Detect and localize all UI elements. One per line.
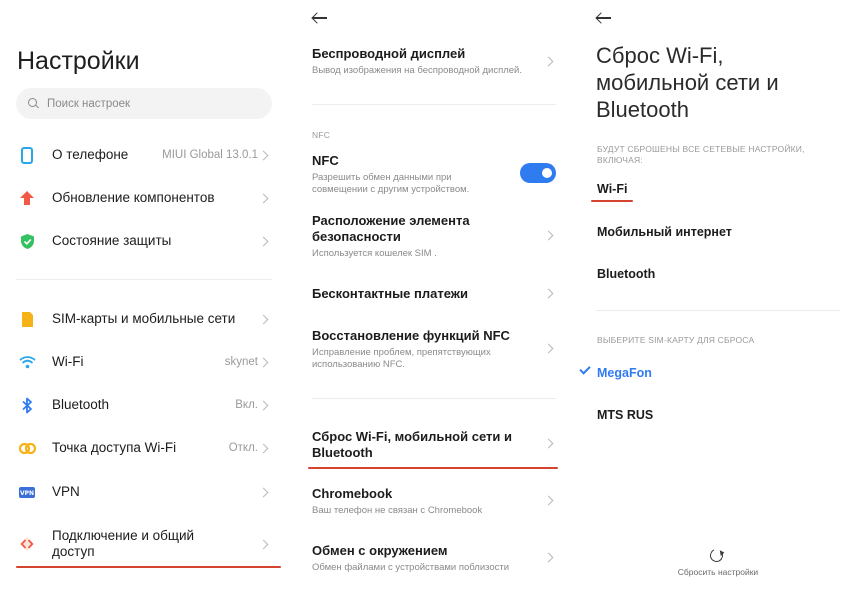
toggle-knob <box>542 168 552 178</box>
bluetooth-icon <box>18 396 36 414</box>
nearby-share-item[interactable]: Обмен с окружением Обмен файлами с устро… <box>312 543 552 574</box>
settings-item-hotspot[interactable]: Точка доступа Wi-Fi Откл. <box>0 428 290 468</box>
reset-item-bluetooth: Bluetooth <box>597 267 656 281</box>
reset-scope-label: БУДУТ СБРОШЕНЫ ВСЕ СЕТЕВЫЕ НАСТРОЙКИ, ВК… <box>597 144 805 165</box>
phone-icon <box>18 146 36 164</box>
chevron-right-icon <box>258 314 269 324</box>
reset-item-wifi: Wi-Fi <box>597 182 628 196</box>
settings-item-wifi[interactable]: Wi-Fi skynet <box>0 342 290 382</box>
settings-item-bluetooth[interactable]: Bluetooth Вкл. <box>0 385 290 425</box>
chromebook-item[interactable]: Chromebook Ваш телефон не связан с Chrom… <box>312 486 552 517</box>
nfc-item[interactable]: NFC Разрешить обмен данными при совмещен… <box>312 153 492 196</box>
item-subtitle: Ваш телефон не связан с Chromebook <box>312 505 483 516</box>
section-label-nfc: NFC <box>312 130 331 140</box>
item-title: Расположение элемента безопасности <box>312 213 470 244</box>
settings-item-value: skynet <box>224 356 258 368</box>
arrow-up-icon <box>18 189 36 207</box>
settings-item-label: VPN <box>52 484 80 499</box>
search-input[interactable]: Поиск настроек <box>16 88 272 119</box>
divider <box>312 104 556 105</box>
highlight-underline <box>16 566 281 568</box>
shield-icon <box>18 232 36 250</box>
divider <box>312 398 556 399</box>
sim-select-label: ВЫБЕРИТЕ SIM-КАРТУ ДЛЯ СБРОСА <box>597 335 755 345</box>
item-title: Обмен с окружением <box>312 543 448 558</box>
settings-item-updates[interactable]: Обновление компонентов <box>0 178 290 218</box>
item-subtitle: Исправление проблем, препятствующих испо… <box>312 347 491 370</box>
settings-item-label: Bluetooth <box>52 397 110 412</box>
connection-icon <box>18 535 36 553</box>
connection-sharing-panel: Беспроводной дисплей Вывод изображения н… <box>294 0 574 591</box>
settings-item-value: Откл. <box>228 442 258 454</box>
check-icon <box>579 363 591 375</box>
highlight-underline <box>591 200 633 202</box>
settings-item-value: MIUI Global 13.0.1 <box>162 149 258 161</box>
nfc-toggle[interactable] <box>520 163 556 183</box>
search-icon <box>28 98 39 109</box>
settings-item-label: Обновление компонентов <box>52 190 215 205</box>
settings-item-about-phone[interactable]: О телефоне MIUI Global 13.0.1 <box>0 135 290 175</box>
search-placeholder: Поиск настроек <box>47 97 131 110</box>
chevron-right-icon <box>258 236 269 246</box>
secure-element-item[interactable]: Расположение элемента безопасности Испол… <box>312 213 512 260</box>
settings-item-value: Вкл. <box>235 399 258 411</box>
settings-item-label: О телефоне <box>52 147 129 162</box>
contactless-payments-item[interactable]: Бесконтактные платежи <box>312 286 552 302</box>
chevron-right-icon <box>543 438 554 449</box>
settings-item-label: Wi-Fi <box>52 354 84 369</box>
hotspot-icon <box>18 439 36 457</box>
svg-text:VPN: VPN <box>20 490 34 497</box>
item-subtitle: Используется кошелек SIM . <box>312 248 437 259</box>
chevron-right-icon <box>258 487 269 497</box>
vpn-icon: VPN <box>18 483 36 501</box>
settings-item-label: Подключение и общий доступ <box>52 528 195 559</box>
chevron-right-icon <box>258 357 269 367</box>
settings-item-vpn[interactable]: VPN VPN <box>0 472 290 512</box>
item-title: Восстановление функций NFC <box>312 328 510 343</box>
page-title: Сброс Wi-Fi, мобильной сети и Bluetooth <box>596 43 779 122</box>
back-arrow-icon[interactable] <box>312 12 328 24</box>
divider <box>16 279 272 280</box>
divider <box>596 310 840 311</box>
reset-item-mobile-internet: Мобильный интернет <box>597 225 732 239</box>
chevron-right-icon <box>543 343 554 354</box>
refresh-icon[interactable] <box>708 547 725 564</box>
settings-item-security[interactable]: Состояние защиты <box>0 221 290 261</box>
chevron-right-icon <box>258 539 269 549</box>
highlight-underline <box>308 467 558 469</box>
item-title: Сброс Wi-Fi, мобильной сети и Bluetooth <box>312 429 512 460</box>
settings-item-connection-sharing[interactable]: Подключение и общий доступ <box>0 524 290 564</box>
item-title: Беспроводной дисплей <box>312 46 466 61</box>
chevron-right-icon <box>258 443 269 453</box>
item-subtitle: Вывод изображения на беспроводной диспле… <box>312 65 522 76</box>
chevron-right-icon <box>258 150 269 160</box>
settings-item-label: SIM-карты и мобильные сети <box>52 311 236 326</box>
item-subtitle: Разрешить обмен данными при совмещении с… <box>312 172 470 195</box>
settings-item-label: Состояние защиты <box>52 233 172 248</box>
page-title: Настройки <box>17 47 140 75</box>
sim-option-mts[interactable]: MTS RUS <box>597 408 653 422</box>
item-title: Chromebook <box>312 486 393 501</box>
item-title: Бесконтактные платежи <box>312 286 468 301</box>
reset-settings-button[interactable]: Сбросить настройки <box>578 567 858 577</box>
sim-card-icon <box>18 310 36 328</box>
item-title: NFC <box>312 153 339 168</box>
wifi-icon <box>18 353 36 371</box>
chevron-right-icon <box>258 400 269 410</box>
settings-main-panel: Настройки Поиск настроек О телефоне MIUI… <box>0 0 290 591</box>
nfc-restore-item[interactable]: Восстановление функций NFC Исправление п… <box>312 328 522 371</box>
reset-network-item[interactable]: Сброс Wi-Fi, мобильной сети и Bluetooth <box>312 429 522 461</box>
sim-option-megafon[interactable]: MegaFon <box>597 366 652 380</box>
back-arrow-icon[interactable] <box>596 12 612 24</box>
wireless-display-item[interactable]: Беспроводной дисплей Вывод изображения н… <box>312 46 552 77</box>
settings-item-sim-cards[interactable]: SIM-карты и мобильные сети <box>0 299 290 339</box>
settings-item-label: Точка доступа Wi-Fi <box>52 440 177 455</box>
chevron-right-icon <box>258 193 269 203</box>
chevron-right-icon <box>543 230 554 241</box>
reset-network-panel: Сброс Wi-Fi, мобильной сети и Bluetooth … <box>578 0 858 591</box>
item-subtitle: Обмен файлами с устройствами поблизости <box>312 562 510 573</box>
